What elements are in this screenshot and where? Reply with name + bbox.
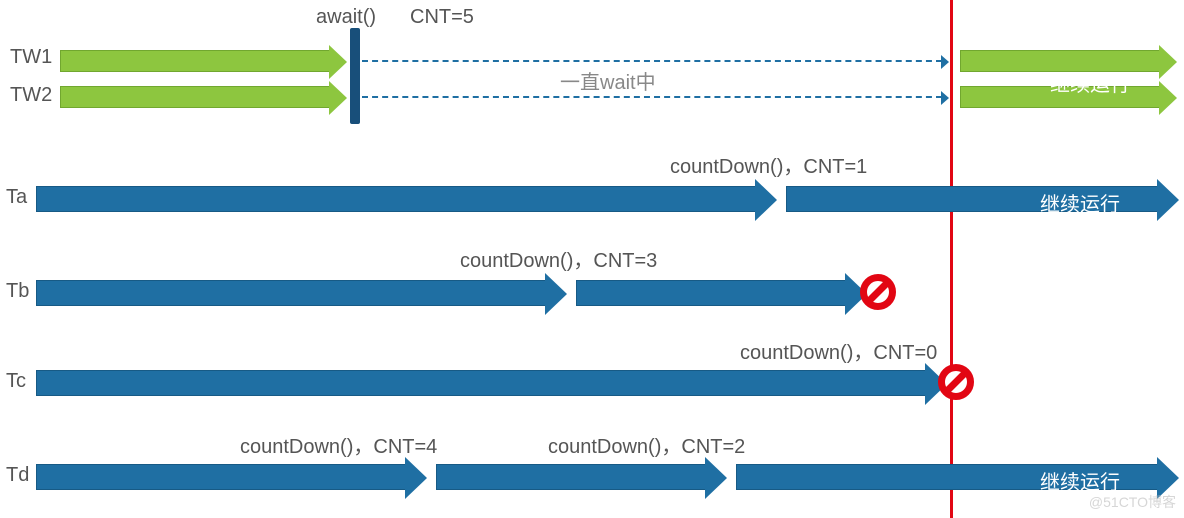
tc-countdown-label: countDown()，CNT=0 xyxy=(740,336,937,365)
thread-tc-label: Tc xyxy=(6,370,26,393)
tw1-run-arrow xyxy=(60,50,330,72)
countdownlatch-diagram: await() CNT=5 TW1 TW2 Ta Tb Tc Td 一直wait… xyxy=(0,0,1184,518)
ta-arrow-1 xyxy=(36,186,756,212)
thread-tw1-label: TW1 xyxy=(10,46,52,69)
ta-countdown-label: countDown()，CNT=1 xyxy=(670,150,867,179)
tb-stop-icon xyxy=(860,274,896,310)
tc-arrow xyxy=(36,370,926,396)
tw2-run-arrow xyxy=(60,86,330,108)
waiting-text: 一直wait中 xyxy=(560,66,656,95)
td-countdown-2-label: countDown()，CNT=2 xyxy=(548,430,745,459)
watermark: @51CTO博客 xyxy=(1089,492,1176,512)
await-barrier xyxy=(350,28,360,124)
td-continue-text: 继续运行 xyxy=(1040,466,1120,495)
tc-stop-icon xyxy=(938,364,974,400)
tw2-wait-line xyxy=(362,96,942,98)
tw1-wait-line xyxy=(362,60,942,62)
cnt-label: CNT=5 xyxy=(410,6,474,29)
thread-tw2-label: TW2 xyxy=(10,84,52,107)
latch-release-line xyxy=(950,0,953,518)
ta-continue-text: 继续运行 xyxy=(1040,188,1120,217)
td-arrow-1 xyxy=(36,464,406,490)
thread-ta-label: Ta xyxy=(6,186,27,209)
tb-arrow-1 xyxy=(36,280,546,306)
td-arrow-2 xyxy=(436,464,706,490)
tw-continue-text: 继续运行 xyxy=(1050,68,1130,97)
await-label: await() xyxy=(316,6,376,29)
tb-countdown-label: countDown()，CNT=3 xyxy=(460,244,657,273)
tb-arrow-2 xyxy=(576,280,846,306)
thread-tb-label: Tb xyxy=(6,280,29,303)
thread-td-label: Td xyxy=(6,464,29,487)
td-countdown-1-label: countDown()，CNT=4 xyxy=(240,430,437,459)
